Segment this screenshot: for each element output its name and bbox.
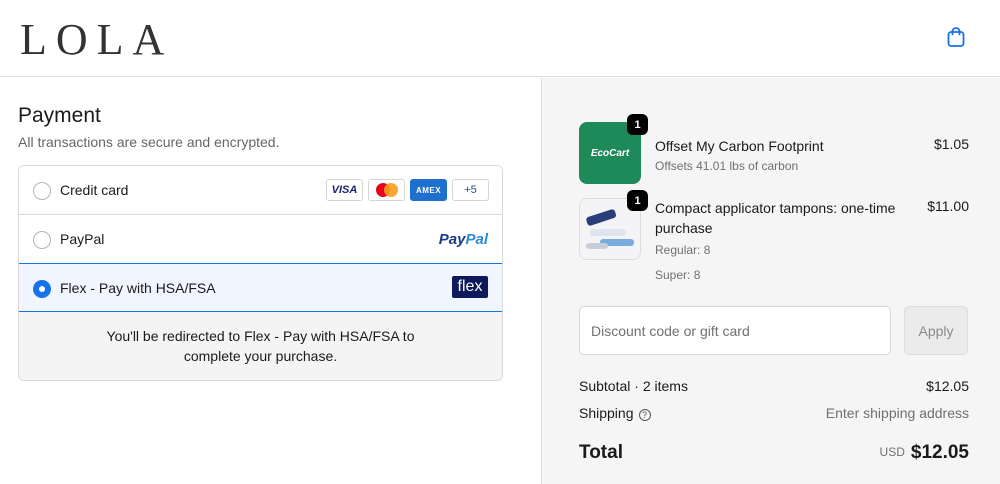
visa-icon: VISA (326, 179, 363, 201)
apply-discount-button[interactable]: Apply (904, 306, 968, 355)
credit-card-label: Credit card (60, 182, 129, 198)
subtotal-label: Subtotal · 2 items (579, 378, 688, 394)
item-variant-regular: Regular: 8 (655, 243, 711, 257)
quantity-badge: 1 (627, 190, 648, 211)
payment-methods: Credit card VISA AMEX +5 PayPal PayPal F… (18, 165, 503, 381)
item-name: Compact applicator tampons: one-time pur… (655, 200, 896, 236)
subtotal-row: Subtotal · 2 items $12.05 (579, 378, 969, 394)
item-price: $1.05 (933, 136, 969, 152)
payment-title: Payment (18, 104, 101, 127)
discount-code-input[interactable] (579, 306, 891, 355)
shipping-row: Shipping? Enter shipping address (579, 405, 969, 421)
subtotal-value: $12.05 (926, 378, 969, 394)
line-item-carbon-offset: EcoCart 1 Offset My Carbon Footprint Off… (579, 114, 969, 184)
credit-card-radio[interactable] (33, 182, 51, 200)
total-amount: USD $12.05 (880, 442, 969, 464)
item-variant-super: Super: 8 (655, 268, 701, 282)
mastercard-icon (368, 179, 405, 201)
total-row: Total USD $12.05 (579, 442, 969, 472)
shipping-label: Shipping (579, 405, 634, 421)
item-name: Offset My Carbon Footprint (655, 138, 824, 154)
flex-label: Flex - Pay with HSA/FSA (60, 280, 216, 296)
payment-method-paypal[interactable]: PayPal PayPal (19, 215, 502, 264)
flex-radio[interactable] (33, 280, 51, 298)
redirect-line-1: You'll be redirected to Flex - Pay with … (106, 328, 415, 344)
quantity-badge: 1 (627, 114, 648, 135)
payment-section: Payment All transactions are secure and … (0, 78, 541, 484)
total-label: Total (579, 442, 623, 463)
item-subtitle: Offsets 41.01 lbs of carbon (655, 159, 799, 173)
paypal-label: PayPal (60, 231, 105, 247)
paypal-logo-icon: PayPal (438, 231, 488, 248)
total-currency: USD (879, 445, 905, 459)
line-item-tampons: 1 Compact applicator tampons: one-time p… (579, 190, 969, 288)
flex-redirect-notice: You'll be redirected to Flex - Pay with … (19, 312, 502, 380)
header: LOLA (0, 0, 1000, 77)
shipping-value: Enter shipping address (825, 405, 969, 421)
payment-method-flex[interactable]: Flex - Pay with HSA/FSA flex (19, 263, 502, 312)
flex-logo-icon: flex (452, 276, 488, 298)
payment-method-credit-card[interactable]: Credit card VISA AMEX +5 (19, 166, 502, 215)
paypal-radio[interactable] (33, 231, 51, 249)
redirect-line-2: complete your purchase. (183, 348, 338, 364)
total-value: $12.05 (910, 442, 969, 463)
shopping-bag-icon[interactable] (944, 25, 968, 49)
more-cards-badge: +5 (452, 179, 489, 201)
amex-icon: AMEX (410, 179, 447, 201)
payment-subtitle: All transactions are secure and encrypte… (18, 134, 280, 150)
item-price: $11.00 (927, 198, 969, 214)
ecocart-logo-icon: EcoCart (590, 147, 630, 159)
card-brands: VISA AMEX +5 (326, 179, 489, 201)
order-summary: EcoCart 1 Offset My Carbon Footprint Off… (541, 78, 1000, 484)
lola-logo[interactable]: LOLA (20, 14, 173, 65)
question-circle-icon[interactable]: ? (638, 409, 651, 421)
